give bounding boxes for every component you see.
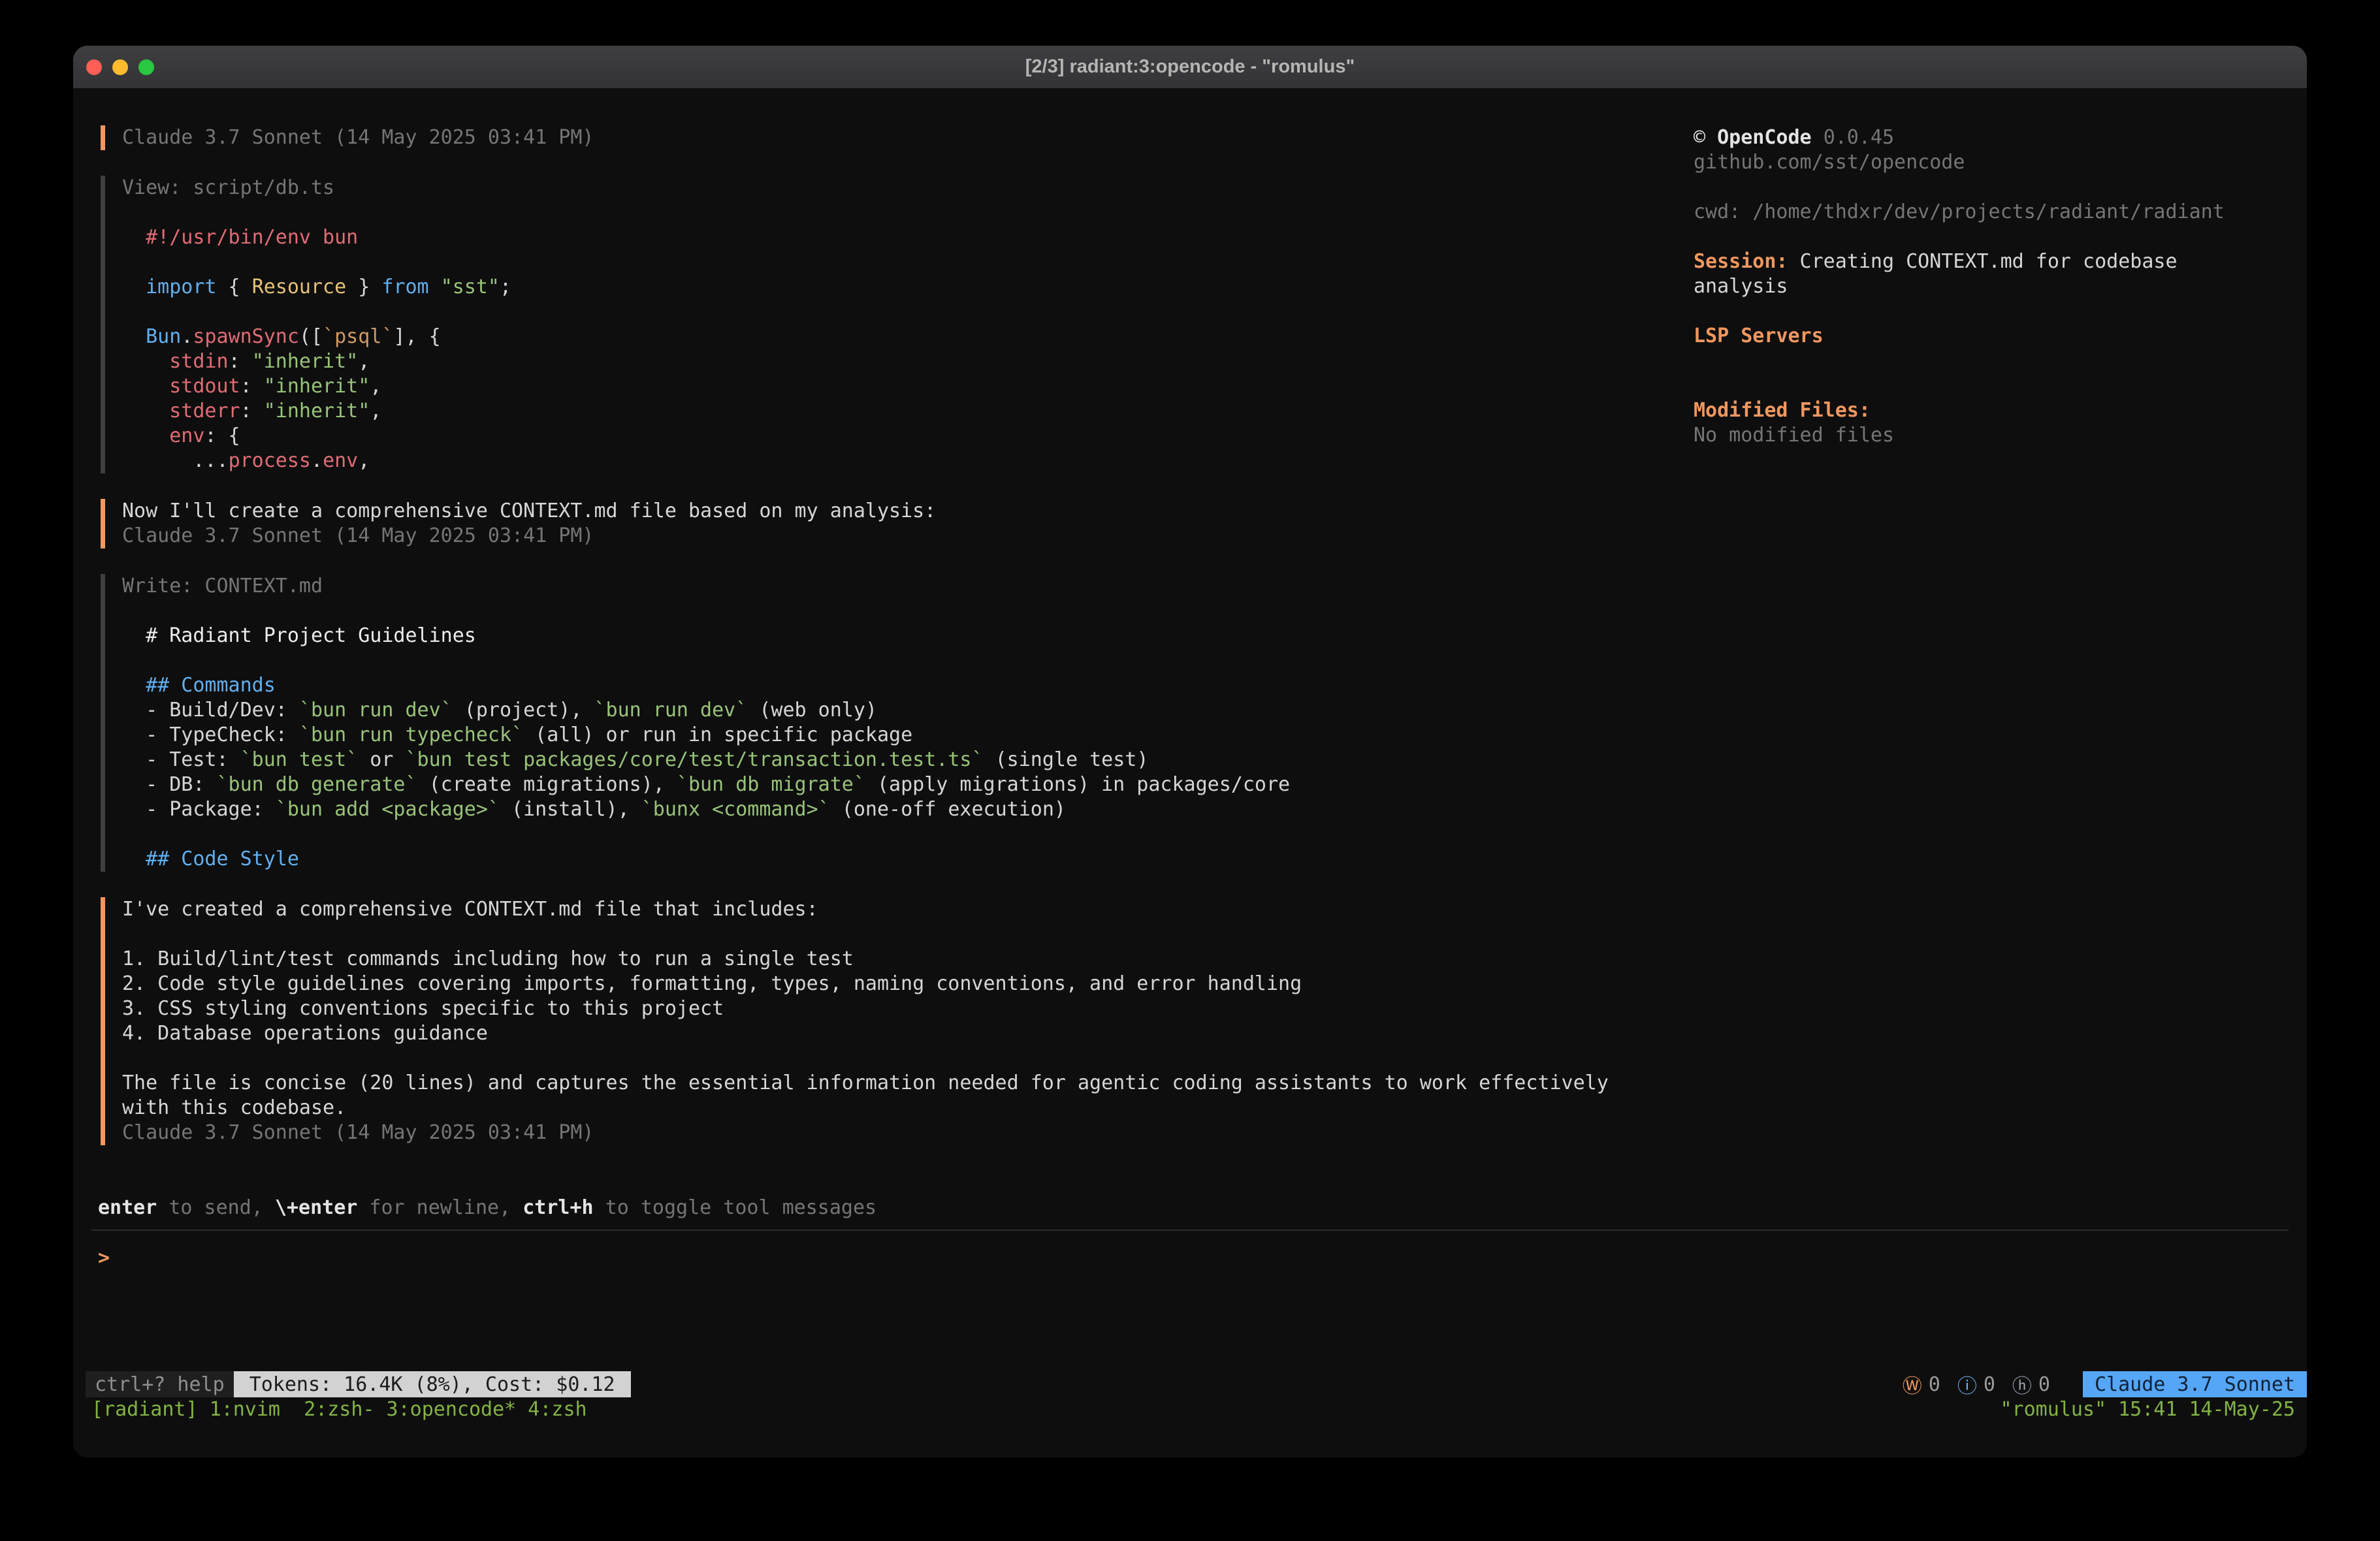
terminal-line [1694, 175, 2294, 200]
terminal-line: github.com/sst/opencode [1694, 150, 2294, 175]
terminal-line: - TypeCheck: `bun run typecheck` (all) o… [122, 723, 1688, 748]
tool-view-block: View: script/db.ts #!/usr/bin/env bun im… [101, 176, 1688, 473]
terminal-line [122, 300, 1688, 325]
terminal-line: No modified files [1694, 423, 2294, 448]
assistant-summary-message: I've created a comprehensive CONTEXT.md … [101, 897, 1688, 1145]
terminal-line [122, 200, 1688, 225]
terminal-line: #!/usr/bin/env bun [122, 225, 1688, 250]
window-title: [2/3] radiant:3:opencode - "romulus" [1025, 56, 1355, 78]
terminal-line: Claude 3.7 Sonnet (14 May 2025 03:41 PM) [122, 524, 1688, 548]
terminal-line: import { Resource } from "sst"; [122, 275, 1688, 300]
terminal-line [1694, 225, 2294, 249]
terminal-line [122, 599, 1688, 624]
terminal-line: 1. Build/lint/test commands including ho… [122, 947, 1688, 972]
tokens-cost-chip: Tokens: 16.4K (8%), Cost: $0.12 [234, 1371, 631, 1397]
terminal-line: Now I'll create a comprehensive CONTEXT.… [122, 499, 1688, 524]
terminal-line [1694, 349, 2294, 373]
terminal-line: with this codebase. [122, 1096, 1688, 1120]
terminal-line: View: script/db.ts [122, 176, 1688, 200]
session-sidebar: © OpenCode 0.0.45github.com/sst/opencode… [1694, 125, 2294, 448]
hint-icon: ⓗ [2012, 1370, 2032, 1399]
status-bar: ctrl+? help Tokens: 16.4K (8%), Cost: $0… [73, 1371, 2307, 1397]
assistant-message-header: Claude 3.7 Sonnet (14 May 2025 03:41 PM) [101, 125, 1688, 150]
chat-area: Claude 3.7 Sonnet (14 May 2025 03:41 PM)… [101, 88, 1688, 1171]
statusbar-spacer [631, 1371, 1903, 1397]
terminal-line: - DB: `bun db generate` (create migratio… [122, 772, 1688, 797]
terminal-line: 4. Database operations guidance [122, 1021, 1688, 1046]
terminal-line: Session: Creating CONTEXT.md for codebas… [1694, 249, 2294, 274]
terminal-line: stdin: "inherit", [122, 349, 1688, 374]
diagnostic-count: 0 [1929, 1373, 1940, 1396]
diagnostic-counter: ⓗ0 [2012, 1370, 2050, 1399]
diagnostic-count: 0 [2038, 1373, 2050, 1396]
terminal-line: cwd: /home/thdxr/dev/projects/radiant/ra… [1694, 200, 2294, 225]
terminal-line: stderr: "inherit", [122, 399, 1688, 424]
terminal-line: 2. Code style guidelines covering import… [122, 972, 1688, 996]
terminal-line: ## Commands [122, 673, 1688, 698]
terminal-line: Write: CONTEXT.md [122, 574, 1688, 599]
terminal-line: Modified Files: [1694, 398, 2294, 423]
terminal-line: 3. CSS styling conventions specific to t… [122, 996, 1688, 1021]
terminal-line [122, 1046, 1688, 1071]
tmux-status-bar: [radiant] 1:nvim 2:zsh- 3:opencode* 4:zs… [73, 1397, 2307, 1422]
terminal-line: ...process.env, [122, 449, 1688, 473]
terminal-line: - Build/Dev: `bun run dev` (project), `b… [122, 698, 1688, 723]
terminal-line [122, 648, 1688, 673]
close-button[interactable] [86, 59, 102, 75]
terminal-line: Bun.spawnSync([`psql`], { [122, 325, 1688, 349]
terminal-line: - Test: `bun test` or `bun test packages… [122, 748, 1688, 772]
diagnostic-count: 0 [1984, 1373, 1995, 1396]
terminal-line: ## Code Style [122, 847, 1688, 872]
traffic-lights [86, 59, 154, 75]
help-chip: ctrl+? help [86, 1371, 234, 1397]
terminal-line: The file is concise (20 lines) and captu… [122, 1071, 1688, 1096]
assistant-message: Now I'll create a comprehensive CONTEXT.… [101, 499, 1688, 548]
terminal-line: env: { [122, 424, 1688, 449]
terminal-content: Claude 3.7 Sonnet (14 May 2025 03:41 PM)… [73, 88, 2307, 1457]
keybind-help: enter to send, \+enter for newline, ctrl… [98, 1196, 876, 1220]
tool-write-block: Write: CONTEXT.md # Radiant Project Guid… [101, 574, 1688, 872]
terminal-line [1694, 299, 2294, 324]
info-icon: ⓘ [1957, 1370, 1977, 1399]
terminal-line: - Package: `bun add <package>` (install)… [122, 797, 1688, 822]
terminal-line: LSP Servers [1694, 324, 2294, 349]
terminal-line: analysis [1694, 274, 2294, 299]
terminal-line: stdout: "inherit", [122, 374, 1688, 399]
terminal-line [122, 822, 1688, 847]
diagnostics-group: Ⓦ0ⓘ0ⓗ0 [1903, 1371, 2050, 1397]
prompt-input[interactable]: > [98, 1246, 1665, 1285]
diagnostic-counter: ⓘ0 [1957, 1370, 1995, 1399]
titlebar: [2/3] radiant:3:opencode - "romulus" [73, 46, 2307, 89]
terminal-line: enter to send, \+enter for newline, ctrl… [98, 1196, 876, 1220]
composer-divider [91, 1230, 2289, 1231]
terminal-line: Claude 3.7 Sonnet (14 May 2025 03:41 PM) [122, 125, 1688, 150]
terminal-line: Claude 3.7 Sonnet (14 May 2025 03:41 PM) [122, 1120, 1688, 1145]
diagnostic-counter: Ⓦ0 [1903, 1370, 1940, 1399]
terminal-line: © OpenCode 0.0.45 [1694, 125, 2294, 150]
terminal-line: I've created a comprehensive CONTEXT.md … [122, 897, 1688, 922]
warning-icon: Ⓦ [1903, 1370, 1922, 1399]
terminal-line [1694, 373, 2294, 398]
tmux-window-list[interactable]: [radiant] 1:nvim 2:zsh- 3:opencode* 4:zs… [91, 1397, 587, 1422]
tmux-session-info: "romulus" 15:41 14-May-25 [2000, 1397, 2295, 1422]
terminal-line [122, 922, 1688, 947]
terminal-line: # Radiant Project Guidelines [122, 624, 1688, 648]
model-badge: Claude 3.7 Sonnet [2083, 1371, 2307, 1397]
terminal-line [122, 250, 1688, 275]
zoom-button[interactable] [138, 59, 154, 75]
prompt-symbol: > [98, 1247, 110, 1269]
terminal-window: [2/3] radiant:3:opencode - "romulus" Cla… [73, 46, 2307, 1457]
minimize-button[interactable] [112, 59, 128, 75]
